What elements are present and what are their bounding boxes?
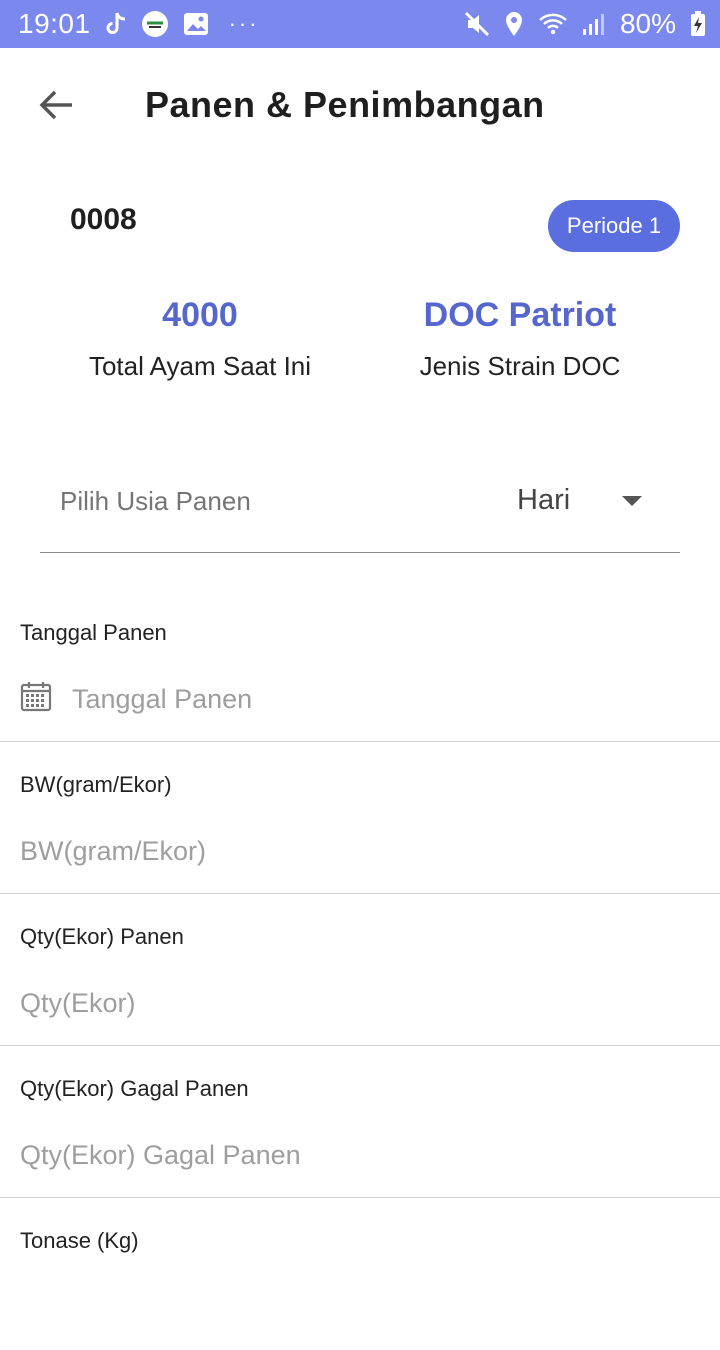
strain-value: DOC Patriot [423, 296, 617, 334]
total-chicken-value: 4000 [162, 296, 238, 334]
total-chicken-label: Total Ayam Saat Ini [88, 351, 312, 381]
harvest-age-unit[interactable]: Hari [517, 484, 570, 517]
period-badge[interactable]: Periode 1 [548, 200, 680, 252]
status-bar: 19:01 ··· 80% [0, 0, 720, 48]
app-bar: Panen & Penimbangan [0, 48, 720, 160]
strain-stat: DOC Patriot Jenis Strain DOC [380, 296, 660, 382]
qty-failed-input[interactable] [20, 1130, 700, 1180]
wifi-icon [538, 12, 568, 36]
page-title: Panen & Penimbangan [145, 84, 545, 125]
signal-icon [582, 12, 606, 36]
battery-charging-icon [690, 11, 706, 37]
qty-harvest-input[interactable] [20, 978, 700, 1028]
status-time: 19:01 [18, 8, 91, 39]
bw-input[interactable] [20, 826, 700, 876]
app-logo-icon [141, 10, 169, 38]
bw-label: BW(gram/Ekor) [20, 772, 172, 797]
calendar-icon[interactable] [20, 680, 52, 712]
qty-failed-label: Qty(Ekor) Gagal Panen [20, 1076, 249, 1101]
qty-harvest-field: Qty(Ekor) Panen [0, 894, 720, 1046]
tonnage-field: Tonase (Kg) [0, 1198, 720, 1350]
qty-failed-field: Qty(Ekor) Gagal Panen [0, 1046, 720, 1198]
harvest-date-field: Tanggal Panen [0, 590, 720, 742]
battery-level: 80% [619, 8, 676, 39]
image-icon [183, 12, 209, 36]
more-notifications: ··· [228, 11, 260, 36]
tonnage-label: Tonase (Kg) [20, 1228, 139, 1253]
qty-harvest-label: Qty(Ekor) Panen [20, 924, 184, 949]
farm-code: 0008 [70, 203, 137, 236]
location-icon [504, 11, 524, 37]
harvest-date-label: Tanggal Panen [20, 620, 167, 645]
status-right: 80% [464, 8, 706, 40]
total-chicken-stat: 4000 Total Ayam Saat Ini [60, 296, 340, 382]
strain-label: Jenis Strain DOC [419, 351, 621, 381]
harvest-date-input[interactable] [72, 674, 692, 724]
arrow-left-icon [39, 90, 72, 120]
harvest-age-placeholder: Pilih Usia Panen [60, 486, 251, 516]
bw-field: BW(gram/Ekor) [0, 742, 720, 894]
caret-down-icon[interactable] [622, 494, 642, 508]
status-left: 19:01 ··· [18, 8, 260, 40]
mute-icon [464, 11, 490, 37]
harvest-age-select[interactable]: Pilih Usia Panen Hari [40, 470, 680, 553]
tiktok-icon [105, 11, 127, 37]
back-button[interactable] [36, 88, 76, 122]
